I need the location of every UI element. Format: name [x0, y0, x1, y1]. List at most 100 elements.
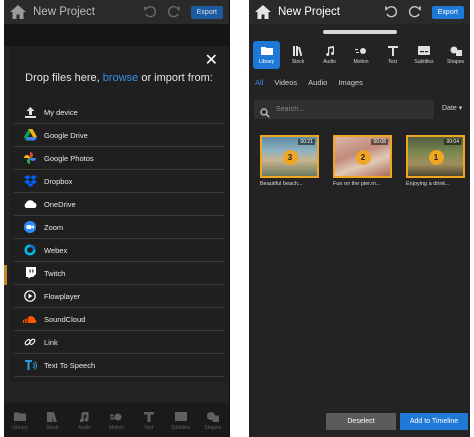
drop-prompt-before: Drop files here, — [25, 72, 100, 84]
export-button[interactable]: Export — [190, 5, 223, 19]
nav-label: Shapes — [204, 424, 222, 431]
nav-motion[interactable]: Motion — [101, 412, 131, 431]
nav-subtitles[interactable]: Subtitles — [166, 412, 196, 431]
nav-audio[interactable]: Audio — [69, 411, 99, 431]
nav-stock[interactable]: Stock — [285, 41, 312, 69]
add-to-timeline-button[interactable]: Add to Timeline — [400, 412, 468, 430]
nav-label: Subtitles — [171, 424, 191, 431]
folder-icon — [260, 46, 273, 56]
source-link[interactable]: Link — [14, 331, 224, 354]
tab-audio[interactable]: Audio — [308, 78, 327, 87]
nav-motion[interactable]: Motion — [348, 41, 375, 69]
nav-text[interactable]: Text — [379, 41, 406, 69]
google-photos-icon — [22, 151, 38, 165]
nav-label: Stock — [45, 424, 59, 431]
search-input[interactable] — [276, 106, 416, 113]
nav-audio[interactable]: Audio — [316, 41, 343, 69]
left-screen: New Project Export ✕ Drop files here, br… — [4, 0, 230, 437]
import-modal: ✕ Drop files here, browse or import from… — [10, 46, 228, 382]
source-webex[interactable]: Webex — [14, 239, 224, 262]
music-note-icon — [78, 411, 90, 422]
nav-library[interactable]: Library — [253, 41, 280, 69]
nav-text[interactable]: Text — [134, 411, 164, 431]
media-nav: Library Stock Audio Motion Text Subtitle… — [253, 41, 469, 69]
sort-label: Date — [442, 105, 457, 112]
tab-videos[interactable]: Videos — [274, 78, 297, 87]
link-icon — [22, 335, 38, 349]
media-thumbnail[interactable]: 00:04 1 — [406, 135, 465, 178]
shapes-icon — [450, 46, 462, 56]
media-tabs: All Videos Audio Images — [255, 78, 374, 87]
media-caption: Beautiful beach... — [260, 181, 303, 187]
sort-dropdown[interactable]: Date ▾ — [442, 104, 462, 112]
source-label: Twitch — [44, 268, 66, 278]
source-label: Link — [44, 337, 58, 347]
media-thumbnail[interactable]: 00:08 2 — [333, 135, 392, 178]
browse-link[interactable]: browse — [103, 72, 138, 84]
nav-label: Library — [258, 58, 275, 65]
nav-shapes[interactable]: Shapes — [442, 41, 469, 69]
source-my-device[interactable]: My device — [14, 101, 224, 124]
redo-icon[interactable] — [167, 5, 181, 19]
search-icon — [260, 105, 270, 118]
source-flowplayer[interactable]: Flowplayer — [14, 285, 224, 308]
twitch-icon — [22, 266, 38, 280]
nav-library[interactable]: Library — [5, 412, 35, 431]
media-thumbnail[interactable]: 00:21 3 — [260, 135, 319, 178]
tab-all[interactable]: All — [255, 78, 263, 87]
undo-icon[interactable] — [384, 5, 398, 19]
source-google-photos[interactable]: Google Photos — [14, 147, 224, 170]
subtitles-icon — [174, 412, 187, 422]
text-icon — [143, 411, 155, 422]
source-dropbox[interactable]: Dropbox — [14, 170, 224, 193]
tab-images[interactable]: Images — [338, 78, 363, 87]
source-google-drive[interactable]: Google Drive — [14, 124, 224, 147]
deselect-button[interactable]: Deselect — [326, 412, 396, 430]
text-to-speech-icon — [22, 358, 38, 372]
drawer-handle[interactable] — [323, 30, 397, 34]
shapes-icon — [206, 411, 219, 422]
webex-icon — [22, 243, 38, 257]
media-item[interactable]: 00:08 2 Fun on the pier.m... — [333, 135, 392, 187]
zoom-icon — [22, 220, 38, 234]
stock-icon — [292, 45, 304, 56]
drop-prompt: Drop files here, browse or import from: — [10, 72, 228, 84]
nav-label: Subtitles — [414, 58, 434, 65]
home-icon[interactable] — [9, 4, 27, 20]
media-item[interactable]: 00:04 1 Enjoying a drink... — [406, 135, 465, 187]
undo-icon[interactable] — [143, 5, 157, 19]
source-label: Google Drive — [44, 130, 88, 140]
source-label: Google Photos — [44, 153, 94, 163]
project-title[interactable]: New Project — [33, 6, 143, 18]
redo-icon[interactable] — [408, 5, 422, 19]
source-zoom[interactable]: Zoom — [14, 216, 224, 239]
media-duration: 00:08 — [371, 139, 388, 145]
source-label: Flowplayer — [44, 291, 81, 301]
home-icon[interactable] — [254, 4, 272, 20]
source-soundcloud[interactable]: SoundCloud — [14, 308, 224, 331]
source-text-to-speech[interactable]: Text To Speech — [14, 354, 224, 377]
flowplayer-icon — [22, 289, 38, 303]
drop-prompt-after: or import from: — [141, 72, 213, 84]
media-item[interactable]: 00:21 3 Beautiful beach... — [260, 135, 319, 187]
dimmed-area — [4, 24, 229, 46]
nav-shapes[interactable]: Shapes — [198, 411, 228, 431]
source-onedrive[interactable]: OneDrive — [14, 193, 224, 216]
selection-order-badge: 2 — [355, 149, 371, 165]
selection-order-badge: 1 — [428, 149, 444, 165]
close-icon[interactable]: ✕ — [205, 53, 218, 69]
export-button[interactable]: Export — [431, 5, 464, 19]
media-grid: 00:21 3 Beautiful beach... 00:08 2 Fun o… — [260, 135, 465, 187]
google-drive-icon — [22, 128, 38, 142]
source-twitch[interactable]: Twitch — [14, 262, 224, 285]
nav-stock[interactable]: Stock — [37, 411, 67, 431]
source-label: SoundCloud — [44, 314, 86, 324]
nav-subtitles[interactable]: Subtitles — [411, 41, 438, 69]
motion-icon — [355, 46, 367, 56]
subtitles-icon — [418, 46, 430, 56]
stock-icon — [46, 411, 58, 422]
nav-label: Audio — [77, 424, 91, 431]
project-title[interactable]: New Project — [278, 6, 384, 18]
nav-label: Text — [144, 424, 154, 431]
timeline-edge — [4, 265, 7, 285]
